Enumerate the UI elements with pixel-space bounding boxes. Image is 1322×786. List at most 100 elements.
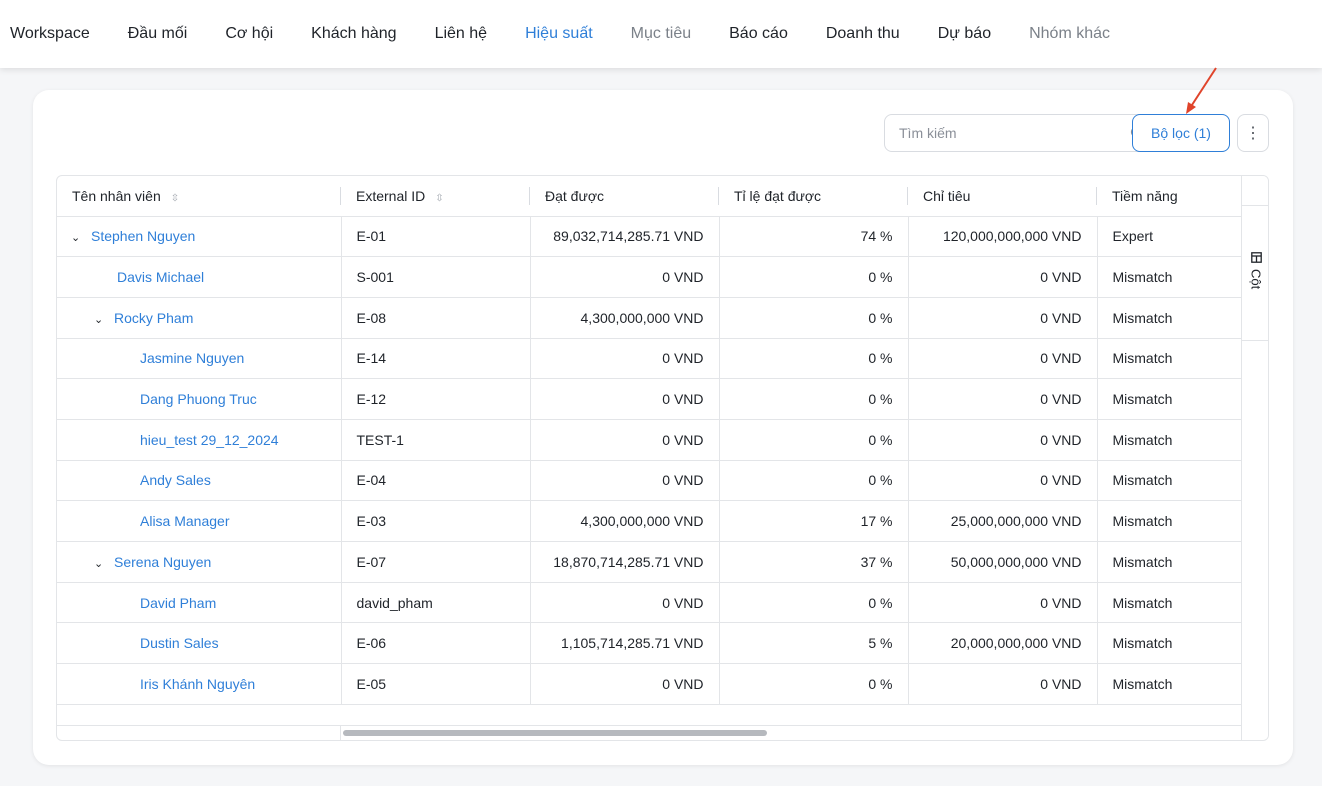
nav-tab-10[interactable]: Nhóm khác (1029, 25, 1110, 43)
employee-name-link[interactable]: Dang Phuong Truc (140, 391, 257, 407)
external-id-cell: E-12 (341, 378, 531, 420)
achieved-cell: 0 VND (530, 378, 720, 420)
search-box[interactable] (884, 114, 1157, 152)
potential-cell: Mismatch (1097, 541, 1241, 583)
employee-name-link[interactable]: Stephen Nguyen (91, 228, 195, 244)
sort-icon[interactable]: ⇳ (435, 193, 443, 204)
potential-cell: Mismatch (1097, 378, 1241, 420)
chevron-down-icon[interactable]: ⌄ (71, 231, 85, 244)
table-row[interactable]: David Pham david_pham 0 VND 0 % 0 VND Mismatc… (57, 582, 1241, 624)
nav-tab-6[interactable]: Mục tiêu (631, 25, 691, 43)
employee-name-link[interactable]: Andy Sales (140, 472, 211, 488)
external-id-cell: E-08 (341, 297, 531, 339)
nav-tab-1[interactable]: Đầu mối (128, 25, 188, 43)
chevron-down-icon[interactable]: ⌄ (94, 557, 108, 570)
target-cell: 0 VND (908, 460, 1098, 502)
achieved-cell: 0 VND (530, 582, 720, 624)
external-id-cell: david_pham (341, 582, 531, 624)
sort-icon[interactable]: ⇳ (171, 193, 179, 204)
employee-name-link[interactable]: David Pham (140, 595, 216, 611)
employee-name-cell[interactable]: Jasmine Nguyen (57, 338, 342, 380)
employee-name-link[interactable]: Iris Khánh Nguyên (140, 676, 255, 692)
column-header-target[interactable]: Chỉ tiêu (908, 176, 1097, 217)
employee-name-link[interactable]: hieu_test 29_12_2024 (140, 432, 279, 448)
target-cell: 0 VND (908, 378, 1098, 420)
table-row[interactable]: Iris Khánh Nguyên E-05 0 VND 0 % 0 VND Mismat… (57, 663, 1241, 705)
table-row[interactable]: ⌄ Serena Nguyen E-07 18,870,714,285.71 VND 3… (57, 541, 1241, 583)
employee-name-link[interactable]: Davis Michael (117, 269, 204, 285)
more-options-button[interactable]: ⋮ (1237, 114, 1269, 152)
employee-name-link[interactable]: Alisa Manager (140, 513, 230, 529)
columns-label: Cột (1248, 269, 1264, 290)
employee-name-cell[interactable]: hieu_test 29_12_2024 (57, 419, 342, 461)
rate-cell: 0 % (719, 419, 909, 461)
external-id-cell: E-06 (341, 622, 531, 665)
column-header-external-id[interactable]: External ID ⇳ (341, 176, 530, 217)
nav-tab-7[interactable]: Báo cáo (729, 25, 788, 43)
table-row[interactable]: ⌄ Rocky Pham E-08 4,300,000,000 VND 0 % 0 VND… (57, 297, 1241, 339)
chevron-down-icon[interactable]: ⌄ (94, 313, 108, 326)
table-row[interactable]: Dang Phuong Truc E-12 0 VND 0 % 0 VND Mismatc… (57, 378, 1241, 420)
achieved-cell: 0 VND (530, 256, 720, 298)
horizontal-scrollbar[interactable] (57, 725, 1241, 740)
column-header-achieved[interactable]: Đạt được (530, 176, 719, 217)
employee-name-cell[interactable]: ⌄ Serena Nguyen (57, 541, 342, 583)
external-id-cell: E-01 (341, 216, 531, 258)
table-row[interactable]: hieu_test 29_12_2024 TEST-1 0 VND 0 % 0 VND M… (57, 419, 1241, 461)
achieved-cell: 4,300,000,000 VND (530, 500, 720, 542)
nav-tab-2[interactable]: Cơ hội (225, 25, 273, 43)
employee-name-cell[interactable]: Iris Khánh Nguyên (57, 663, 342, 705)
column-header-potential[interactable]: Tiềm năng (1097, 176, 1241, 217)
achieved-cell: 1,105,714,285.71 VND (530, 622, 720, 665)
rate-cell: 37 % (719, 541, 909, 583)
employee-name-cell[interactable]: Dustin Sales (57, 622, 342, 665)
table-row[interactable]: Dustin Sales E-06 1,105,714,285.71 VND 5 % 2… (57, 622, 1241, 665)
employee-name-link[interactable]: Jasmine Nguyen (140, 350, 244, 366)
potential-cell: Expert (1097, 216, 1241, 258)
achieved-cell: 89,032,714,285.71 VND (530, 216, 720, 258)
employee-name-cell[interactable]: David Pham (57, 582, 342, 624)
employee-name-cell[interactable]: Andy Sales (57, 460, 342, 502)
table-row[interactable]: Davis Michael S-001 0 VND 0 % 0 VND Mismatch (57, 256, 1241, 298)
rate-cell: 0 % (719, 582, 909, 624)
scrollbar-thumb[interactable] (343, 730, 767, 736)
columns-toggle-tab[interactable]: Cột (1242, 206, 1268, 341)
nav-tab-8[interactable]: Doanh thu (826, 25, 900, 43)
employee-name-cell[interactable]: ⌄ Stephen Nguyen (57, 216, 342, 258)
table-columns-icon (1250, 252, 1262, 263)
table-row[interactable]: Alisa Manager E-03 4,300,000,000 VND 17 % 25… (57, 500, 1241, 542)
nav-tab-4[interactable]: Liên hệ (435, 25, 488, 43)
potential-cell: Mismatch (1097, 663, 1241, 705)
employee-name-cell[interactable]: Davis Michael (57, 256, 342, 298)
employee-name-cell[interactable]: ⌄ Rocky Pham (57, 297, 342, 339)
target-cell: 120,000,000,000 VND (908, 216, 1098, 258)
nav-tab-0[interactable]: Workspace (10, 25, 90, 43)
column-header-rate[interactable]: Tỉ lệ đạt được (719, 176, 908, 217)
nav-tab-3[interactable]: Khách hàng (311, 25, 396, 43)
performance-table: Tên nhân viên ⇳ External ID ⇳ Đạt được Tỉ … (57, 176, 1241, 705)
nav-tab-5[interactable]: Hiệu suất (525, 25, 593, 43)
employee-name-cell[interactable]: Alisa Manager (57, 500, 342, 542)
external-id-cell: E-05 (341, 663, 531, 705)
rate-cell: 0 % (719, 297, 909, 339)
nav-tab-9[interactable]: Dự báo (938, 25, 991, 43)
potential-cell: Mismatch (1097, 297, 1241, 339)
employee-name-link[interactable]: Serena Nguyen (114, 554, 211, 570)
rate-cell: 0 % (719, 256, 909, 298)
employee-name-link[interactable]: Rocky Pham (114, 310, 193, 326)
employee-name-cell[interactable]: Dang Phuong Truc (57, 378, 342, 420)
potential-cell: Mismatch (1097, 256, 1241, 298)
performance-table-container: Tên nhân viên ⇳ External ID ⇳ Đạt được Tỉ … (56, 175, 1269, 741)
top-navigation: Workspace Đầu mối Cơ hội Khách hàng Liên hệ H… (0, 0, 1322, 68)
rate-cell: 0 % (719, 460, 909, 502)
table-row[interactable]: Jasmine Nguyen E-14 0 VND 0 % 0 VND Mismatch (57, 338, 1241, 380)
column-header-name[interactable]: Tên nhân viên ⇳ (57, 176, 341, 217)
table-header-row: Tên nhân viên ⇳ External ID ⇳ Đạt được Tỉ … (57, 176, 1241, 217)
filter-button[interactable]: Bộ lọc (1) (1132, 114, 1230, 152)
external-id-cell: E-14 (341, 338, 531, 380)
potential-cell: Mismatch (1097, 460, 1241, 502)
table-row[interactable]: Andy Sales E-04 0 VND 0 % 0 VND Mismatch (57, 460, 1241, 502)
search-input[interactable] (899, 125, 1130, 141)
employee-name-link[interactable]: Dustin Sales (140, 635, 219, 651)
table-row[interactable]: ⌄ Stephen Nguyen E-01 89,032,714,285.71 VND… (57, 216, 1241, 258)
